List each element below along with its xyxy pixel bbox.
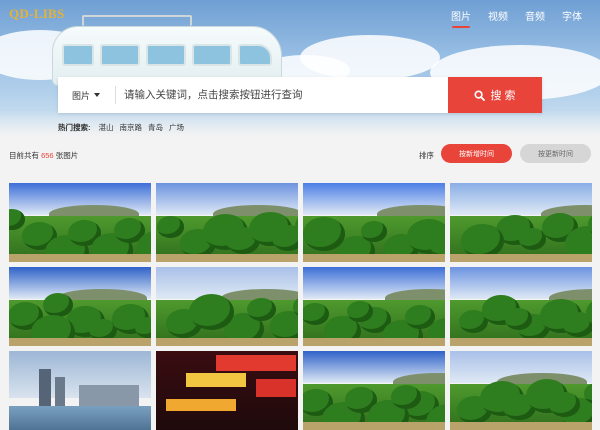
nav-item-images[interactable]: 图片 (451, 8, 471, 28)
search-input[interactable] (124, 83, 444, 107)
result-count: 目前共有 656 张图片 (9, 150, 78, 161)
divider (115, 86, 116, 104)
van-illustration (52, 8, 282, 86)
gallery-thumbnail[interactable] (303, 351, 445, 430)
hot-tag[interactable]: 青岛 (148, 122, 163, 133)
gallery-thumbnail[interactable] (303, 267, 445, 346)
gallery-thumbnail[interactable] (450, 267, 592, 346)
gallery-thumbnail[interactable] (303, 183, 445, 262)
nav-item-audio[interactable]: 音频 (525, 8, 545, 23)
gallery-thumbnail[interactable] (9, 267, 151, 346)
result-count-prefix: 目前共有 (9, 151, 39, 160)
gallery-thumbnail[interactable] (9, 183, 151, 262)
site-logo[interactable]: QD-LIBS (9, 6, 65, 22)
sort-by-updated-button[interactable]: 按更新时间 (520, 144, 591, 163)
sort-by-added-button[interactable]: 按新增时间 (441, 144, 512, 163)
hot-search-label: 热门搜索: (58, 123, 91, 132)
hot-tag[interactable]: 湛山 (99, 122, 114, 133)
gallery-thumbnail[interactable] (450, 351, 592, 430)
hot-tag[interactable]: 南京路 (120, 122, 143, 133)
gallery-thumbnail[interactable] (156, 183, 298, 262)
gallery-thumbnail[interactable] (450, 183, 592, 262)
nav-item-fonts[interactable]: 字体 (562, 8, 582, 23)
gallery-thumbnail[interactable] (156, 267, 298, 346)
search-button[interactable]: 搜 索 (448, 77, 542, 113)
gallery-thumbnail[interactable] (156, 351, 298, 430)
result-count-suffix: 张图片 (55, 151, 79, 160)
search-icon (474, 89, 486, 101)
search-bar: 图片 搜 索 (58, 77, 542, 113)
gallery-thumbnail[interactable] (9, 351, 151, 430)
search-button-label: 搜 索 (490, 90, 516, 102)
hot-tag[interactable]: 广场 (169, 122, 184, 133)
nav-item-videos[interactable]: 视频 (488, 8, 508, 23)
category-label: 图片 (71, 90, 90, 101)
sort-label: 排序 (419, 151, 434, 160)
hot-search: 热门搜索: 湛山 南京路 青岛 广场 (58, 122, 184, 133)
chevron-down-icon (94, 93, 100, 97)
top-nav: 图片 视频 音频 字体 (451, 8, 582, 28)
category-select[interactable]: 图片 (58, 77, 114, 113)
result-count-number: 656 (41, 151, 54, 160)
image-gallery (9, 183, 592, 430)
